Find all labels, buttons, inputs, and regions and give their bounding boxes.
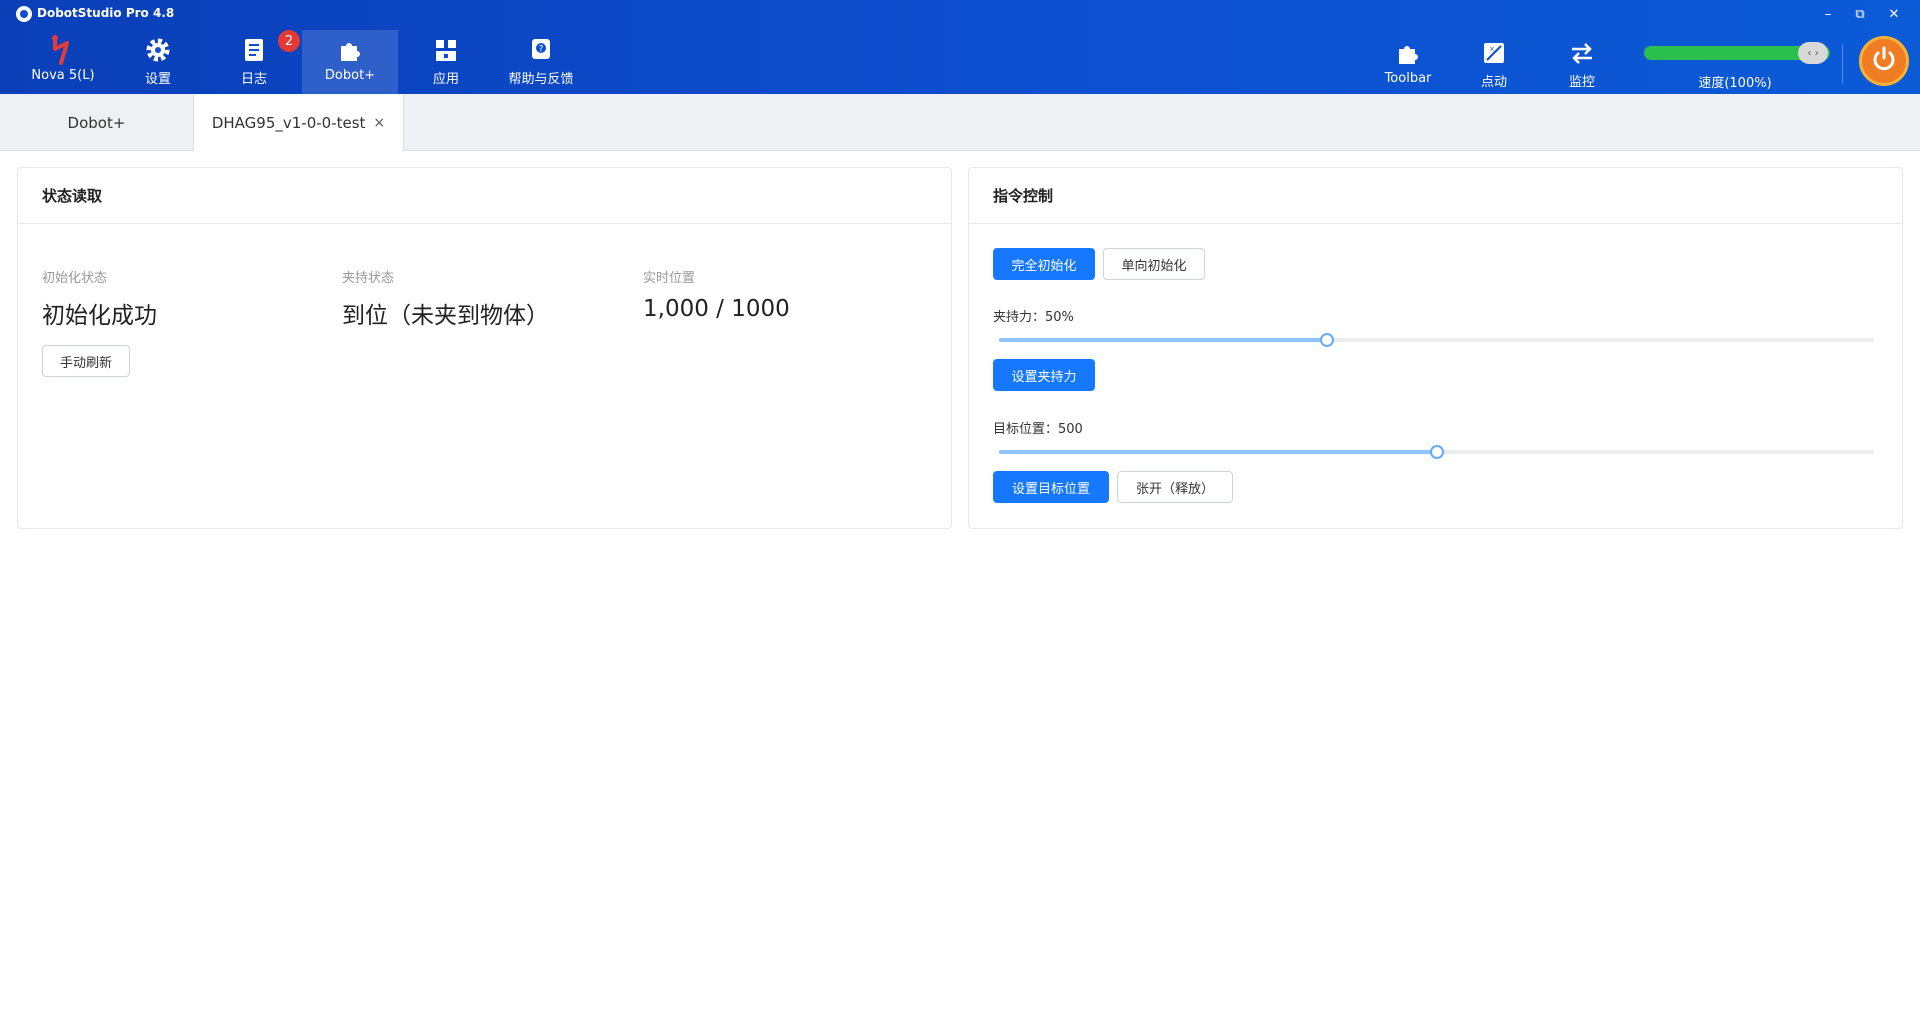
tab-bar: Dobot+ DHAG95_v1-0-0-test × [0, 94, 1920, 151]
log-book-icon [239, 35, 269, 65]
minimize-button[interactable]: – [1814, 4, 1842, 24]
realtime-position: 实时位置 1,000 / 1000 [643, 267, 790, 322]
gear-icon [143, 35, 173, 65]
header-divider [1842, 44, 1843, 84]
nav-settings[interactable]: 设置 [118, 30, 198, 94]
power-icon [1869, 44, 1899, 78]
speed-control: ‹ › 速度(100%) [1640, 38, 1830, 91]
nav-help[interactable]: ? 帮助与反馈 [496, 30, 586, 94]
nav-monitor[interactable]: 监控 [1544, 30, 1620, 94]
nav-log[interactable]: 日志 2 [214, 30, 300, 94]
realtime-position-value: 1,000 / 1000 [643, 296, 790, 322]
nav-dobot-plus-label: Dobot+ [324, 68, 376, 83]
tab-dobot-plus[interactable]: Dobot+ [0, 94, 193, 151]
grip-force-slider[interactable] [999, 333, 1874, 347]
nav-monitor-label: 监控 [1568, 75, 1595, 90]
manual-refresh-button[interactable]: 手动刷新 [42, 345, 130, 377]
target-position-slider[interactable] [999, 445, 1874, 459]
nav-jog-label: 点动 [1480, 75, 1507, 90]
tab-label: DHAG95_v1-0-0-test [211, 113, 366, 132]
single-init-button[interactable]: 单向初始化 [1103, 248, 1205, 280]
command-panel-title: 指令控制 [969, 168, 1902, 224]
window-title: DobotStudio Pro 4.8 [37, 6, 175, 20]
slider-track [999, 338, 1328, 342]
title-bar: DobotStudio Pro 4.8 – ⧉ ✕ [0, 0, 1920, 28]
toolbar-puzzle-icon [1393, 38, 1423, 68]
speed-slider-knob[interactable]: ‹ › [1798, 42, 1828, 64]
nav-robot[interactable]: Nova 5(L) [18, 30, 108, 94]
svg-text:×: × [1489, 45, 1495, 53]
slider-handle[interactable] [1429, 445, 1444, 459]
tab-dhag95[interactable]: DHAG95_v1-0-0-test × [193, 94, 404, 151]
puzzle-icon [335, 35, 365, 65]
tab-close-icon[interactable]: × [373, 115, 385, 131]
init-status-label: 初始化状态 [42, 271, 108, 286]
help-feedback-icon: ? [526, 35, 556, 65]
init-status: 初始化状态 初始化成功 [42, 267, 157, 330]
log-count-badge: 2 [278, 30, 300, 52]
dobot-logo-icon [16, 6, 32, 22]
nav-robot-label: Nova 5(L) [31, 68, 95, 83]
set-grip-force-button[interactable]: 设置夹持力 [993, 359, 1095, 391]
restore-button[interactable]: ⧉ [1846, 4, 1874, 24]
app-header: DobotStudio Pro 4.8 – ⧉ ✕ Nova 5(L) 设置 日… [0, 0, 1920, 94]
nav-help-label: 帮助与反馈 [508, 72, 574, 87]
grip-force-label: 夹持力：50% [993, 310, 1074, 325]
nav-apps-label: 应用 [432, 72, 459, 87]
robot-arm-icon [48, 35, 78, 65]
nav-apps[interactable]: 应用 [406, 30, 486, 94]
command-panel: 指令控制 完全初始化 单向初始化 夹持力：50% 设置夹持力 目标位置：500 … [968, 167, 1903, 529]
jog-axes-icon: × [1479, 38, 1509, 68]
target-position-label: 目标位置：500 [993, 422, 1083, 437]
grip-status: 夹持状态 到位（未夹到物体） [342, 267, 549, 330]
nav-toolbar-label: Toolbar [1384, 71, 1432, 86]
tab-label: Dobot+ [67, 113, 126, 132]
full-init-button[interactable]: 完全初始化 [993, 248, 1095, 280]
swap-arrows-icon [1567, 38, 1597, 68]
nav-toolbar[interactable]: Toolbar [1368, 30, 1448, 94]
nav-log-label: 日志 [240, 72, 267, 87]
nav-dobot-plus[interactable]: Dobot+ [302, 30, 398, 94]
nav-settings-label: 设置 [144, 72, 171, 87]
svg-text:?: ? [539, 45, 544, 55]
grip-status-value: 到位（未夹到物体） [342, 303, 549, 329]
apps-icon [431, 35, 461, 65]
speed-label: 速度(100%) [1698, 76, 1772, 91]
slider-handle[interactable] [1320, 333, 1335, 347]
open-release-button[interactable]: 张开（释放） [1117, 471, 1233, 503]
set-target-position-button[interactable]: 设置目标位置 [993, 471, 1109, 503]
realtime-position-label: 实时位置 [643, 271, 696, 286]
power-button[interactable] [1859, 36, 1909, 86]
nav-jog[interactable]: × 点动 [1456, 30, 1532, 94]
close-window-button[interactable]: ✕ [1880, 4, 1908, 24]
grip-status-label: 夹持状态 [342, 271, 395, 286]
status-panel-title: 状态读取 [18, 168, 951, 224]
status-panel: 状态读取 初始化状态 初始化成功 夹持状态 到位（未夹到物体） 实时位置 1,0… [17, 167, 952, 529]
slider-track [999, 450, 1437, 454]
init-status-value: 初始化成功 [42, 303, 157, 329]
